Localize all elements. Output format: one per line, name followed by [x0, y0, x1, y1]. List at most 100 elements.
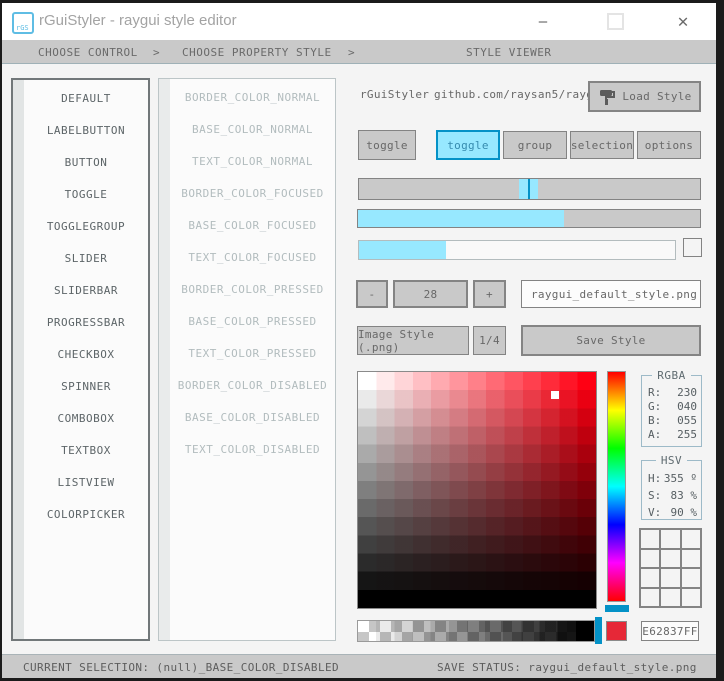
toggle-group-item-group[interactable]: group — [503, 131, 567, 159]
saved-color-cell[interactable] — [681, 569, 700, 587]
title-bar: rGS rGuiStyler - raygui style editor — ✕ — [2, 3, 716, 40]
property-list-item-base-color-focused[interactable]: BASE_COLOR_FOCUSED — [170, 209, 335, 241]
control-list-item-slider[interactable]: SLIDER — [24, 242, 148, 274]
s-label: S: — [648, 489, 662, 502]
minimize-button[interactable]: — — [526, 3, 560, 40]
load-style-label: Load Style — [622, 90, 692, 103]
load-style-button[interactable]: Load Style — [588, 81, 701, 112]
save-style-button[interactable]: Save Style — [521, 325, 701, 356]
spinner-plus-button[interactable]: + — [473, 280, 506, 308]
hue-bar[interactable] — [607, 371, 626, 602]
section-label-style-viewer: STYLE VIEWER — [466, 46, 552, 59]
current-selection-status: CURRENT SELECTION: (null)_BASE_COLOR_DIS… — [23, 661, 340, 674]
s-value: 83 % — [670, 489, 698, 502]
saved-color-cell[interactable] — [641, 569, 660, 587]
image-style-button[interactable]: Image Style (.png) — [357, 326, 469, 355]
property-list-item-text-color-pressed[interactable]: TEXT_COLOR_PRESSED — [170, 337, 335, 369]
saved-color-cell[interactable] — [641, 549, 660, 567]
toggle-group-item-toggle[interactable]: toggle — [436, 130, 500, 160]
control-list-item-checkbox[interactable]: CHECKBOX — [24, 338, 148, 370]
window-title: rGuiStyler - raygui style editor — [39, 12, 237, 29]
saved-color-cell[interactable] — [661, 530, 680, 548]
color-picker-cursor[interactable] — [551, 391, 559, 399]
h-label: H: — [648, 472, 662, 485]
control-list-item-spinner[interactable]: SPINNER — [24, 370, 148, 402]
hue-bar-handle[interactable] — [605, 605, 629, 612]
property-list-item-border-color-disabled[interactable]: BORDER_COLOR_DISABLED — [170, 369, 335, 401]
v-value: 90 % — [670, 506, 698, 519]
slider[interactable] — [358, 178, 701, 200]
control-list-item-sliderbar[interactable]: SLIDERBAR — [24, 274, 148, 306]
hsv-title: HSV — [655, 454, 688, 467]
toggle-button[interactable]: toggle — [358, 130, 416, 160]
saved-color-cell[interactable] — [661, 588, 680, 606]
control-list-item-toggle[interactable]: TOGGLE — [24, 178, 148, 210]
control-list-item-default[interactable]: DEFAULT — [24, 82, 148, 114]
maximize-button[interactable] — [598, 3, 632, 40]
filename-input[interactable]: raygui_default_style.png — [521, 280, 701, 308]
window-border-right — [716, 0, 724, 681]
property-list-item-base-color-pressed[interactable]: BASE_COLOR_PRESSED — [170, 305, 335, 337]
control-list-item-textbox[interactable]: TEXTBOX — [24, 434, 148, 466]
control-list-item-togglegroup[interactable]: TOGGLEGROUP — [24, 210, 148, 242]
hsv-row-h: H: 355 º — [648, 470, 697, 487]
saved-colors-grid — [639, 528, 702, 608]
spinner-minus-button[interactable]: - — [356, 280, 388, 308]
hsv-groupbox: HSV H: 355 º S: 83 % V: 90 % — [641, 454, 702, 520]
saved-color-cell[interactable] — [661, 549, 680, 567]
saved-color-cell[interactable] — [641, 588, 660, 606]
controls-list: DEFAULT LABELBUTTON BUTTON TOGGLE TOGGLE… — [24, 82, 148, 530]
breadcrumb-separator: > — [153, 46, 161, 59]
saved-color-cell[interactable] — [681, 549, 700, 567]
property-list-item-text-color-normal[interactable]: TEXT_COLOR_NORMAL — [170, 145, 335, 177]
property-list-item-border-color-pressed[interactable]: BORDER_COLOR_PRESSED — [170, 273, 335, 305]
property-list-item-border-color-normal[interactable]: BORDER_COLOR_NORMAL — [170, 81, 335, 113]
saved-color-cell[interactable] — [661, 569, 680, 587]
color-saturation-value-panel[interactable] — [357, 371, 597, 609]
controls-list-panel: DEFAULT LABELBUTTON BUTTON TOGGLE TOGGLE… — [11, 78, 150, 641]
breadcrumb: CHOOSE CONTROL > CHOOSE PROPERTY STYLE >… — [2, 40, 716, 64]
maximize-icon — [606, 13, 624, 30]
property-list-item-border-color-focused[interactable]: BORDER_COLOR_FOCUSED — [170, 177, 335, 209]
property-list-scrollbar[interactable] — [159, 79, 170, 640]
selected-color-swatch — [606, 621, 627, 641]
r-label: R: — [648, 385, 662, 399]
control-list-item-labelbutton[interactable]: LABELBUTTON — [24, 114, 148, 146]
section-label-choose-control: CHOOSE CONTROL — [38, 46, 138, 59]
close-button[interactable]: ✕ — [666, 3, 700, 40]
window-border-left — [0, 0, 2, 681]
property-list-item-base-color-normal[interactable]: BASE_COLOR_NORMAL — [170, 113, 335, 145]
sliderbar[interactable] — [357, 209, 701, 228]
toggle-group-item-selection[interactable]: selection — [570, 131, 634, 159]
property-list-item-base-color-disabled[interactable]: BASE_COLOR_DISABLED — [170, 401, 335, 433]
section-label-choose-property-style: CHOOSE PROPERTY STYLE — [182, 46, 332, 59]
checkbox[interactable] — [683, 238, 702, 257]
control-list-item-button[interactable]: BUTTON — [24, 146, 148, 178]
spinner-value[interactable]: 28 — [393, 280, 468, 308]
close-icon: ✕ — [677, 11, 689, 32]
control-list-item-colorpicker[interactable]: COLORPICKER — [24, 498, 148, 530]
hex-color-input[interactable]: E62837FF — [641, 621, 699, 641]
saved-color-cell[interactable] — [681, 588, 700, 606]
controls-list-scrollbar[interactable] — [13, 80, 24, 639]
toggle-group-item-options[interactable]: options — [637, 131, 701, 159]
h-value: 355 º — [663, 472, 697, 485]
minimize-icon: — — [538, 13, 548, 30]
r-value: 230 — [677, 385, 697, 399]
property-list-item-text-color-focused[interactable]: TEXT_COLOR_FOCUSED — [170, 241, 335, 273]
repo-url-label: github.com/raysan5/raygui — [434, 88, 608, 101]
control-list-item-progressbar[interactable]: PROGRESSBAR — [24, 306, 148, 338]
alpha-bar[interactable] — [357, 620, 595, 642]
progressbar[interactable] — [358, 240, 676, 260]
v-label: V: — [648, 506, 662, 519]
b-label: B: — [648, 413, 662, 427]
property-list-item-text-color-disabled[interactable]: TEXT_COLOR_DISABLED — [170, 433, 335, 465]
alpha-bar-handle[interactable] — [595, 617, 602, 644]
control-list-item-listview[interactable]: LISTVIEW — [24, 466, 148, 498]
slider-handle[interactable] — [519, 179, 538, 199]
control-list-item-combobox[interactable]: COMBOBOX — [24, 402, 148, 434]
ratio-button[interactable]: 1/4 — [473, 326, 506, 355]
saved-color-cell[interactable] — [681, 530, 700, 548]
rgba-groupbox: RGBA R: 230 G: 040 B: 055 A: 255 — [641, 369, 702, 447]
saved-color-cell[interactable] — [641, 530, 660, 548]
